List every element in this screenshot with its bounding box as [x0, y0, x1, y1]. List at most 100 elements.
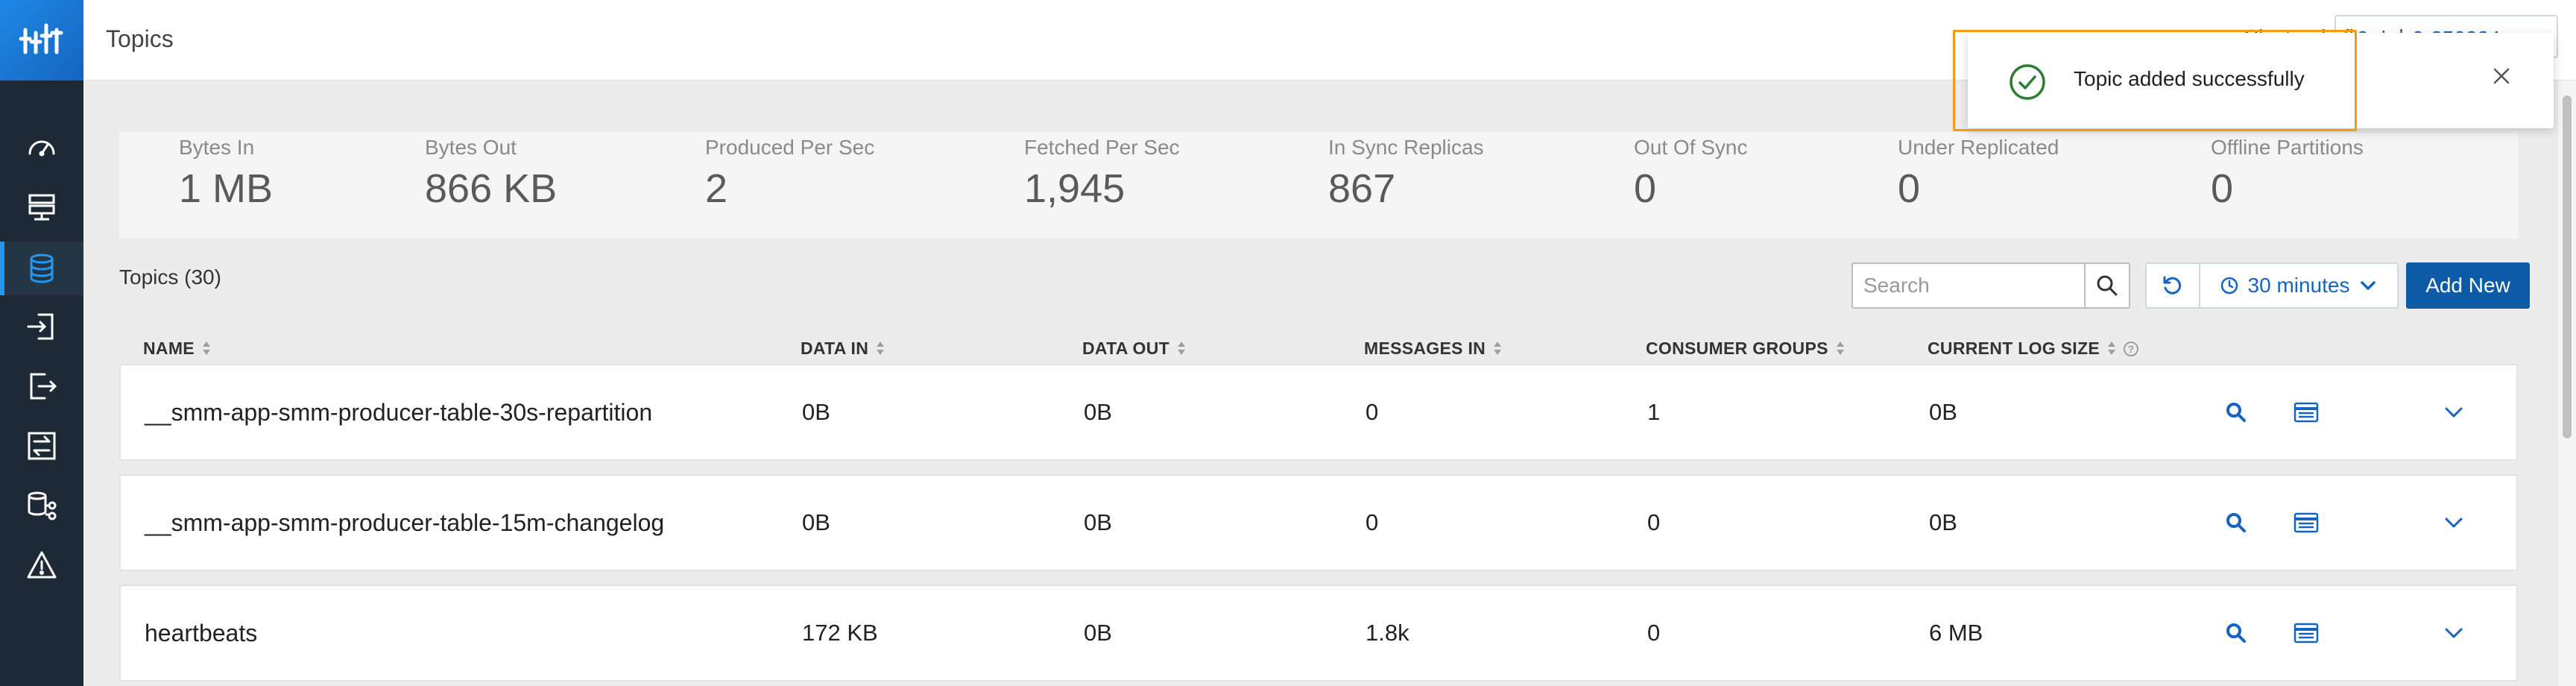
column-header-log-size[interactable]: CURRENT LOG SIZE?: [1928, 339, 2138, 359]
messages-in-value: 1.8k: [1366, 620, 1409, 646]
sidebar-item-brokers[interactable]: [0, 180, 83, 234]
expand-row-button[interactable]: [2439, 508, 2469, 538]
inspect-button[interactable]: [2221, 508, 2251, 538]
search-icon: [2226, 513, 2246, 532]
dashboard-gauge-icon: [28, 140, 55, 157]
inspect-button[interactable]: [2221, 397, 2251, 427]
table-row[interactable]: heartbeats 172 KB 0B 1.8k 0 6 MB: [119, 585, 2518, 682]
clock-icon: [2220, 277, 2238, 295]
stat-label-produced-per-sec: Produced Per Sec: [705, 136, 875, 159]
sidebar-item-replication[interactable]: [0, 419, 83, 473]
view-data-button[interactable]: [2291, 397, 2321, 427]
chevron-down-icon: [2445, 517, 2463, 528]
time-range-dropdown[interactable]: 30 minutes: [2200, 262, 2399, 309]
metrics-summary: Bytes In 1 MB Bytes Out 866 KB Produced …: [119, 133, 2518, 239]
stat-label-fetched-per-sec: Fetched Per Sec: [1024, 136, 1180, 159]
stat-value-bytes-in: 1 MB: [179, 166, 274, 211]
column-header-label: DATA OUT: [1082, 339, 1169, 358]
stat-value-under-replicated: 0: [1898, 166, 1921, 211]
stat-value-fetched-per-sec: 1,945: [1024, 166, 1126, 211]
consumer-groups-value: 0: [1647, 509, 1661, 535]
inspect-button[interactable]: [2221, 618, 2251, 648]
expand-row-button[interactable]: [2439, 618, 2469, 648]
page-scrollbar[interactable]: [2558, 81, 2576, 686]
chevron-down-icon: [2445, 628, 2463, 638]
refresh-icon: [2163, 276, 2182, 295]
view-data-button[interactable]: [2291, 618, 2321, 648]
sort-icon: [2107, 341, 2116, 357]
stat-label-under-replicated: Under Replicated: [1898, 136, 2059, 159]
search-icon: [2226, 403, 2246, 422]
data-explorer-icon: [2294, 623, 2319, 643]
sidebar-item-consumers[interactable]: [0, 359, 83, 413]
sidebar-item-dashboard[interactable]: [0, 121, 83, 174]
expand-row-button[interactable]: [2439, 397, 2469, 427]
data-in-value: 172 KB: [802, 620, 878, 646]
column-header-data-in[interactable]: DATA IN: [801, 339, 885, 359]
log-size-value: 0B: [1929, 399, 1957, 425]
chevron-down-icon: [2361, 281, 2376, 290]
topic-name[interactable]: heartbeats: [145, 586, 257, 680]
column-header-name[interactable]: NAME: [143, 339, 211, 359]
stat-label-in-sync-replicas: In Sync Replicas: [1328, 136, 1484, 159]
column-header-label: NAME: [143, 339, 195, 358]
column-header-label: CONSUMER GROUPS: [1646, 339, 1828, 358]
column-header-label: CURRENT LOG SIZE: [1928, 339, 2100, 358]
column-header-consumer-groups[interactable]: CONSUMER GROUPS: [1646, 339, 1845, 359]
topic-name[interactable]: __smm-app-smm-producer-table-15m-changel…: [145, 476, 664, 570]
view-data-button[interactable]: [2291, 508, 2321, 538]
logo-icon: [19, 23, 63, 54]
column-header-messages-in[interactable]: MESSAGES IN: [1364, 339, 1502, 359]
log-size-value: 0B: [1929, 509, 1957, 535]
data-explorer-icon: [2294, 402, 2319, 423]
stat-value-out-of-sync: 0: [1634, 166, 1657, 211]
toast-close-button[interactable]: [2485, 60, 2518, 92]
add-new-button[interactable]: Add New: [2406, 262, 2530, 309]
refresh-button[interactable]: [2145, 262, 2200, 309]
consumer-groups-value: 1: [1647, 399, 1661, 425]
sidebar-item-topics[interactable]: [0, 242, 83, 295]
stat-label-bytes-in: Bytes In: [179, 136, 255, 159]
stat-label-out-of-sync: Out Of Sync: [1634, 136, 1748, 159]
column-header-data-out[interactable]: DATA OUT: [1082, 339, 1186, 359]
consumers-logout-icon: [30, 373, 57, 400]
messages-in-value: 0: [1366, 399, 1379, 425]
sidebar-item-alerts[interactable]: [0, 538, 83, 592]
data-out-value: 0B: [1084, 620, 1112, 646]
sidebar-item-producers[interactable]: [0, 300, 83, 353]
scrollbar-thumb[interactable]: [2563, 95, 2572, 438]
column-header-label: DATA IN: [801, 339, 869, 358]
data-explorer-icon: [2294, 512, 2319, 533]
table-row[interactable]: __smm-app-smm-producer-table-15m-changel…: [119, 474, 2518, 571]
data-in-value: 0B: [802, 509, 830, 535]
consumer-groups-value: 0: [1647, 620, 1661, 646]
sort-icon: [876, 341, 885, 357]
stat-value-offline-partitions: 0: [2211, 166, 2234, 211]
brokers-server-icon: [28, 194, 55, 221]
toast-highlight-outline: [1953, 30, 2357, 131]
search-box: [1852, 262, 2130, 309]
search-button[interactable]: [2084, 264, 2129, 307]
sort-icon: [1177, 341, 1186, 357]
stat-label-offline-partitions: Offline Partitions: [2211, 136, 2364, 159]
stat-value-in-sync-replicas: 867: [1328, 166, 1396, 211]
chevron-down-icon: [2445, 407, 2463, 418]
data-lineage-icon: [28, 491, 57, 520]
replication-exchange-icon: [28, 432, 56, 460]
table-row[interactable]: __smm-app-smm-producer-table-30s-reparti…: [119, 364, 2518, 461]
sidebar-item-lineage[interactable]: [0, 479, 83, 532]
stat-value-bytes-out: 866 KB: [425, 166, 558, 211]
help-icon[interactable]: ?: [2123, 341, 2138, 356]
producers-login-icon: [27, 313, 54, 340]
topic-name[interactable]: __smm-app-smm-producer-table-30s-reparti…: [145, 365, 652, 459]
stat-value-produced-per-sec: 2: [705, 166, 728, 211]
log-size-value: 6 MB: [1929, 620, 1983, 646]
sidebar: [0, 0, 83, 686]
column-header-label: MESSAGES IN: [1364, 339, 1486, 358]
app-logo[interactable]: [0, 0, 83, 81]
stat-label-bytes-out: Bytes Out: [425, 136, 517, 159]
search-input[interactable]: [1853, 264, 2084, 307]
search-icon: [2226, 623, 2246, 643]
topics-database-icon: [30, 254, 54, 283]
data-in-value: 0B: [802, 399, 830, 425]
